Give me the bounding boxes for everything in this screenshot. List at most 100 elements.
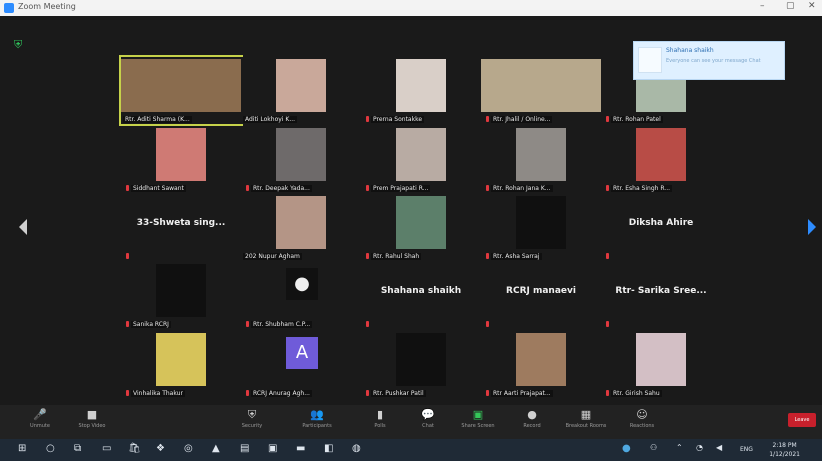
participant-tile[interactable]: Rtr. Aditi Sharma (K... (119, 55, 243, 126)
toolbar-reactions-button[interactable]: ☺ Reactions (612, 407, 672, 437)
wifi-icon[interactable]: ◔ (696, 443, 703, 452)
participant-video (156, 264, 206, 317)
participant-tile[interactable]: Rtr. Pushkar Patil (361, 331, 481, 398)
participant-tile[interactable]: Rtr. Deepak Yada... (241, 126, 361, 193)
previous-page-icon[interactable] (19, 219, 27, 235)
volume-icon[interactable]: ◀ (716, 443, 722, 452)
search-icon[interactable]: ○ (46, 443, 55, 454)
participant-tile[interactable]: Aditi Lokhoyi K... (241, 57, 361, 124)
toolbar-record-button[interactable]: ● Record (502, 407, 562, 437)
participant-tile[interactable]: Prerna Sontakke (361, 57, 481, 124)
dropbox-icon[interactable]: ❖ (156, 443, 165, 454)
muted-mic-icon (606, 321, 609, 327)
participant-tile[interactable]: ● Rtr. Shubham C.P... (241, 262, 361, 329)
muted-mic-icon (366, 185, 369, 191)
muted-mic-icon (126, 185, 129, 191)
minimize-button[interactable]: – (760, 1, 765, 11)
clock-time: 2:18 PM (772, 442, 797, 449)
toolbar-breakout-rooms-button[interactable]: ▦ Breakout Rooms (556, 407, 616, 437)
windows-taskbar: ⊞ ○ ⧉ ▭ 🛍 ❖ ◎ ▲ ▤ ▣ ▬ ◧ ◍ ● ⚇ ⌃ ◔ ◀ ENG … (0, 439, 822, 461)
participant-video (516, 333, 566, 386)
muted-mic-icon (126, 253, 129, 259)
chrome-icon[interactable]: ◍ (352, 443, 361, 454)
task-view-icon[interactable]: ⧉ (74, 443, 81, 454)
muted-mic-icon (126, 321, 129, 327)
security-icon: ⛨ (247, 408, 257, 421)
clock[interactable]: 2:18 PM 1/12/2021 (769, 441, 800, 459)
maximize-button[interactable]: ▢ (786, 1, 795, 11)
participant-tile[interactable]: Rtr. Rohan Jana K... (481, 126, 601, 193)
participant-tile[interactable]: Diksha Ahire (601, 194, 721, 261)
participant-video (481, 59, 601, 112)
participant-tile[interactable]: Rtr. Jhalil / Online... (481, 57, 601, 124)
participant-tile[interactable]: Rtr. Rahul Shah (361, 194, 481, 261)
participant-name: Rtr. Rohan Patel (611, 116, 663, 123)
muted-mic-icon (366, 116, 369, 122)
participant-name: Rtr. Aditi Sharma (K... (123, 116, 192, 123)
participant-video (121, 59, 241, 112)
participant-name: Vinhalika Thakur (131, 390, 185, 397)
close-button[interactable]: ✕ (808, 1, 816, 11)
toolbar-label: Breakout Rooms (565, 423, 607, 429)
participant-display-name: Rtr- Sarika Sree... (615, 286, 707, 296)
chat-notification[interactable]: Shahana shaikh Everyone can see your mes… (633, 41, 785, 80)
muted-mic-icon (486, 253, 489, 259)
muted-mic-icon (486, 116, 489, 122)
participant-name: Rtr. Asha Sarraj (491, 253, 542, 260)
system-tray-icon[interactable]: ⌃ (676, 443, 683, 452)
toolbar-stop-video-button[interactable]: ■ Stop Video (62, 407, 122, 437)
participant-tile[interactable]: 33-Shweta sing... (121, 194, 241, 261)
window-title: Zoom Meeting (18, 2, 76, 11)
participant-name: Rtr. Deepak Yada... (251, 185, 312, 192)
participant-name: RCRJ Anurag Agh... (251, 390, 312, 397)
participant-name: Rtr. Shubham C.P... (251, 321, 313, 328)
participant-tile[interactable]: RCRJ manaevi (481, 262, 601, 329)
language-indicator[interactable]: ENG (740, 446, 753, 453)
participant-tile[interactable]: Prem Prajapati R... (361, 126, 481, 193)
store-icon[interactable]: 🛍 (128, 443, 141, 454)
stop-video-icon: ■ (86, 408, 98, 421)
muted-mic-icon (246, 185, 249, 191)
participant-tile[interactable]: Rtr. Girish Sahu (601, 331, 721, 398)
participant-tile[interactable]: Rtr. Esha Singh R... (601, 126, 721, 193)
next-page-icon[interactable] (808, 219, 816, 235)
network-status-icon[interactable]: ● (622, 443, 631, 454)
participant-tile[interactable]: Shahana shaikh (361, 262, 481, 329)
muted-mic-icon (606, 116, 609, 122)
participant-display-name: RCRJ manaevi (506, 286, 576, 296)
participant-tile[interactable]: 202 Nupur Agham (241, 194, 361, 261)
participant-tile[interactable]: Rtr. Asha Sarraj (481, 194, 601, 261)
share-screen-icon: ▣ (472, 408, 484, 421)
pdf-icon[interactable]: ◧ (324, 443, 333, 454)
file-icon[interactable]: ▭ (102, 443, 111, 454)
toolbar-share-screen-button[interactable]: ▣ Share Screen (448, 407, 508, 437)
participant-tile[interactable]: A RCRJ Anurag Agh... (241, 331, 361, 398)
participant-name: Aditi Lokhoyi K... (243, 116, 298, 123)
toolbar-unmute-button[interactable]: 🎤 Unmute (10, 407, 70, 437)
photos-icon[interactable]: ▲ (212, 443, 220, 454)
participant-video (396, 333, 446, 386)
windows-start-icon[interactable]: ⊞ (18, 443, 26, 454)
meeting-app-icon[interactable]: ◎ (184, 443, 193, 454)
participant-video (636, 333, 686, 386)
leave-button[interactable]: Leave (788, 413, 816, 427)
title-bar: Zoom Meeting – ▢ ✕ (0, 0, 822, 17)
zoom-taskbar-icon[interactable]: ▣ (268, 443, 277, 454)
participant-video (396, 128, 446, 181)
participant-tile[interactable]: Rtr- Sarika Sree... (601, 262, 721, 329)
participant-tile[interactable]: Sanika RCRJ (121, 262, 241, 329)
participant-video (156, 333, 206, 386)
participant-video (276, 128, 326, 181)
participant-tile[interactable]: Rtr Aarti Prajapat... (481, 331, 601, 398)
toolbar-participants-button[interactable]: 👥 Participants (287, 407, 347, 437)
unmute-icon: 🎤 (33, 408, 47, 421)
toolbar-security-button[interactable]: ⛨ Security (222, 407, 282, 437)
participant-tile[interactable]: Vinhalika Thakur (121, 331, 241, 398)
files-app-icon[interactable]: ▤ (240, 443, 249, 454)
security-shield-icon[interactable]: ⛨ (14, 38, 22, 52)
participant-tile[interactable]: Siddhant Sawant (121, 126, 241, 193)
folder-icon[interactable]: ▬ (296, 443, 305, 454)
muted-mic-icon (486, 321, 489, 327)
people-icon[interactable]: ⚇ (650, 443, 657, 452)
participant-name: Rtr. Rahul Shah (371, 253, 422, 260)
